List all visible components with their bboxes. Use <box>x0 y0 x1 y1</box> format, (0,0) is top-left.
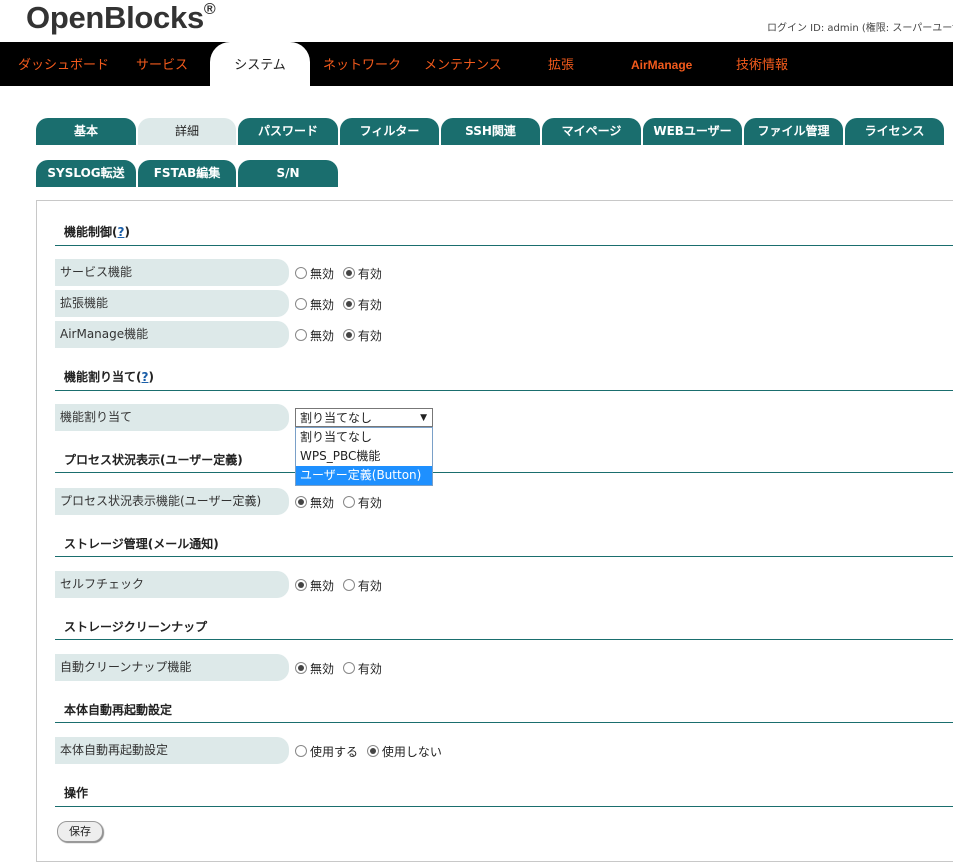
radio-process-status-enabled[interactable] <box>342 496 355 508</box>
section-title-operation: 操作 <box>64 786 89 800</box>
divider <box>55 472 953 473</box>
radio-group-service: 無効 有効 <box>295 265 387 282</box>
tab-filter[interactable]: フィルター <box>340 118 439 145</box>
nav-extension[interactable]: 拡張 <box>548 42 574 86</box>
chevron-down-icon: ▼ <box>420 413 427 423</box>
dropdown-option-wps-pbc[interactable]: WPS_PBC機能 <box>296 447 432 466</box>
dropdown-option-user-defined[interactable]: ユーザー定義(Button) <box>296 466 432 485</box>
label-airmanage-feature: AirManage機能 <box>55 321 289 348</box>
section-title-feature-assign: 機能割り当て(?) <box>64 370 154 384</box>
tab-password[interactable]: パスワード <box>238 118 338 145</box>
nav-dashboard[interactable]: ダッシュボード <box>18 42 109 86</box>
section-title-storage-management: ストレージ管理(メール通知) <box>64 537 219 551</box>
radio-group-airmanage: 無効 有効 <box>295 327 387 344</box>
label-extension-feature: 拡張機能 <box>55 290 289 317</box>
nav-maintenance[interactable]: メンテナンス <box>424 42 502 86</box>
nav-network[interactable]: ネットワーク <box>323 42 401 86</box>
label-service-feature: サービス機能 <box>55 259 289 286</box>
feature-assign-dropdown: 割り当てなし WPS_PBC機能 ユーザー定義(Button) <box>295 427 433 486</box>
section-title-process-status: プロセス状況表示(ユーザー定義) <box>64 453 243 467</box>
nav-service[interactable]: サービス <box>136 42 188 86</box>
radio-group-auto-reboot: 使用する 使用しない <box>295 743 447 760</box>
openblocks-logo: OpenBlocks® <box>26 0 216 35</box>
radio-airmanage-disabled[interactable] <box>295 329 307 341</box>
radio-auto-cleanup-disabled[interactable] <box>295 662 307 674</box>
tab-syslog[interactable]: SYSLOG転送 <box>36 160 136 187</box>
nav-airmanage[interactable]: AirManage <box>631 42 692 86</box>
section-title-feature-control: 機能制御(?) <box>64 225 130 239</box>
divider <box>55 390 953 391</box>
divider <box>55 556 953 557</box>
radio-group-auto-cleanup: 無効 有効 <box>295 660 387 677</box>
section-title-auto-reboot: 本体自動再起動設定 <box>64 703 173 717</box>
tab-mypage[interactable]: マイページ <box>542 118 641 145</box>
dropdown-option-none[interactable]: 割り当てなし <box>296 428 432 447</box>
nav-system[interactable]: システム <box>210 42 310 86</box>
divider <box>55 245 953 246</box>
tab-detail[interactable]: 詳細 <box>138 118 236 145</box>
divider <box>55 722 953 723</box>
save-button[interactable]: 保存 <box>57 821 103 842</box>
radio-service-enabled[interactable] <box>342 267 355 279</box>
radio-extension-enabled[interactable] <box>342 298 355 310</box>
tab-license[interactable]: ライセンス <box>845 118 944 145</box>
tab-basic[interactable]: 基本 <box>36 118 136 145</box>
radio-self-check-enabled[interactable] <box>342 579 355 591</box>
label-process-status: プロセス状況表示機能(ユーザー定義) <box>55 488 289 515</box>
radio-process-status-disabled[interactable] <box>295 496 307 508</box>
radio-auto-cleanup-enabled[interactable] <box>342 662 355 674</box>
tab-sn[interactable]: S/N <box>238 160 338 187</box>
section-title-storage-cleanup: ストレージクリーンナップ <box>64 620 208 634</box>
radio-group-process-status: 無効 有効 <box>295 494 387 511</box>
label-auto-reboot: 本体自動再起動設定 <box>55 737 289 764</box>
tab-fstab[interactable]: FSTAB編集 <box>138 160 236 187</box>
radio-auto-reboot-no-use[interactable] <box>366 745 379 757</box>
tab-ssh[interactable]: SSH関連 <box>441 118 540 145</box>
label-feature-assign: 機能割り当て <box>55 404 289 431</box>
radio-airmanage-enabled[interactable] <box>342 329 355 341</box>
radio-group-extension: 無効 有効 <box>295 296 387 313</box>
login-info: ログイン ID: admin (権限: スーパーユーザ <box>767 23 953 34</box>
radio-extension-disabled[interactable] <box>295 298 307 310</box>
tab-web-user[interactable]: WEBユーザー <box>643 118 742 145</box>
tab-file-management[interactable]: ファイル管理 <box>744 118 843 145</box>
label-self-check: セルフチェック <box>55 571 289 598</box>
label-auto-cleanup: 自動クリーンナップ機能 <box>55 654 289 681</box>
radio-self-check-disabled[interactable] <box>295 579 307 591</box>
divider <box>55 639 953 640</box>
nav-tech-info[interactable]: 技術情報 <box>736 42 788 86</box>
top-navigation: ダッシュボード サービス システム ネットワーク メンテナンス 拡張 AirMa… <box>0 42 953 86</box>
radio-auto-reboot-use[interactable] <box>295 745 307 757</box>
radio-group-self-check: 無効 有効 <box>295 577 387 594</box>
feature-assign-select[interactable]: 割り当てなし ▼ <box>295 408 433 427</box>
divider <box>55 806 953 807</box>
radio-service-disabled[interactable] <box>295 267 307 279</box>
